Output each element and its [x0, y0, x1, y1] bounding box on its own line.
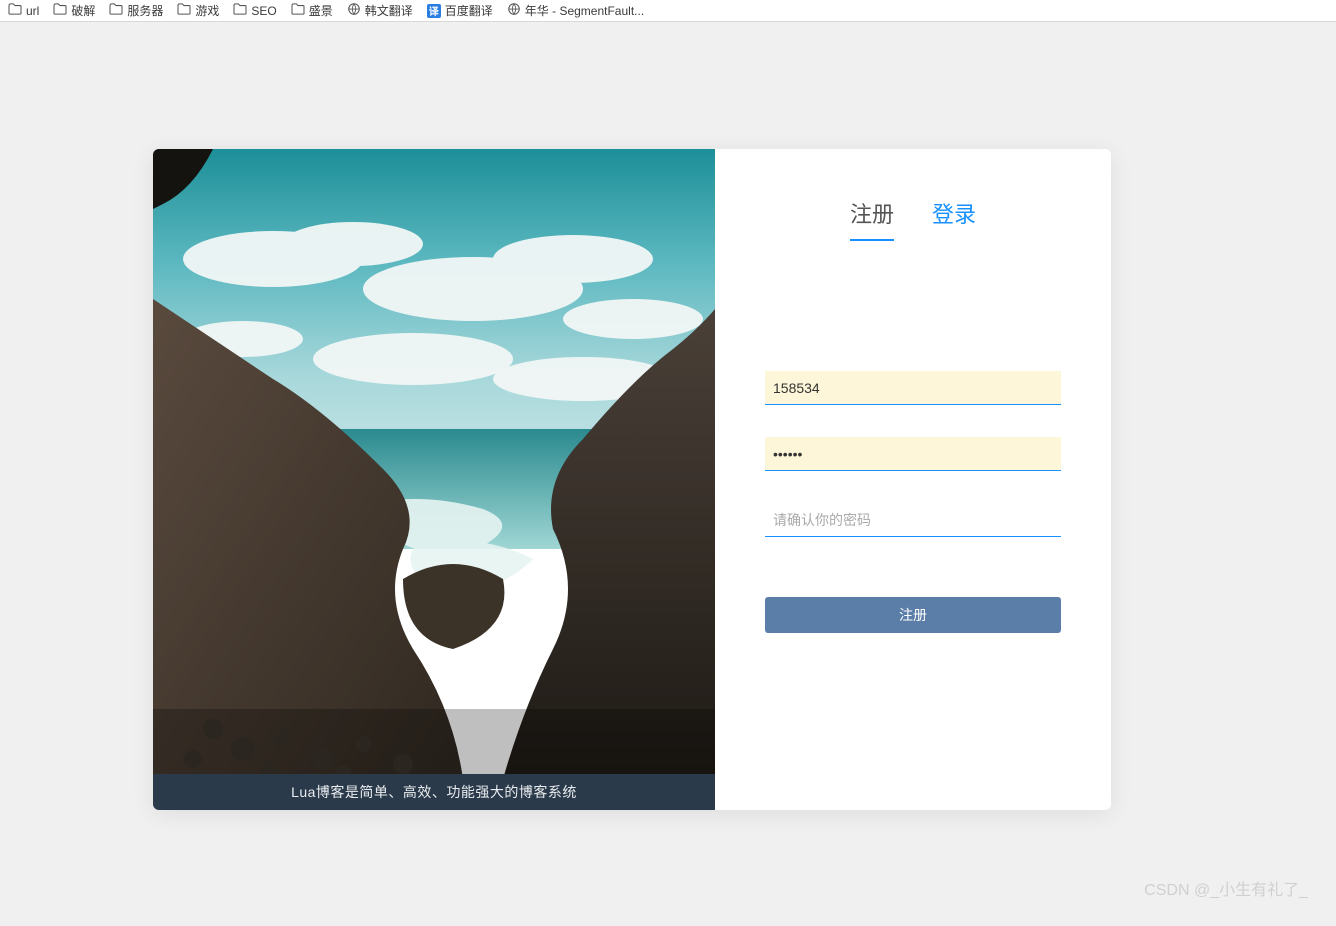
field-username [765, 371, 1061, 405]
globe-icon [347, 2, 361, 19]
bookmark-item[interactable]: 服务器 [109, 2, 163, 19]
folder-icon [177, 3, 191, 18]
confirm-password-input[interactable] [765, 503, 1061, 537]
bookmark-label: 游戏 [195, 2, 219, 19]
bookmark-item[interactable]: 盛景 [291, 2, 333, 19]
bookmark-item[interactable]: SEO [233, 3, 276, 18]
username-input[interactable] [765, 371, 1061, 405]
watermark: CSDN @_小生有礼了_ [1144, 876, 1308, 900]
form-panel: 注册 登录 注册 [715, 149, 1111, 810]
tab-login[interactable]: 登录 [932, 197, 976, 241]
bookmark-item[interactable]: 游戏 [177, 2, 219, 19]
bookmark-item[interactable]: 破解 [53, 2, 95, 19]
bookmark-label: url [26, 4, 39, 18]
bookmark-label: 服务器 [127, 2, 163, 19]
hero-panel: Lua博客是简单、高效、功能强大的博客系统 [153, 149, 715, 810]
bookmark-item[interactable]: 年华 - SegmentFault... [507, 2, 644, 19]
bookmark-label: 百度翻译 [445, 2, 493, 19]
globe-icon [507, 2, 521, 19]
bookmark-label: 年华 - SegmentFault... [525, 2, 644, 19]
bookmark-item[interactable]: 韩文翻译 [347, 2, 413, 19]
field-password [765, 437, 1061, 471]
bookmark-item[interactable]: url [8, 3, 39, 18]
folder-icon [109, 3, 123, 18]
folder-icon [53, 3, 67, 18]
translate-icon: 译 [427, 4, 441, 18]
bookmark-label: 破解 [71, 2, 95, 19]
submit-button[interactable]: 注册 [765, 597, 1061, 633]
folder-icon [291, 3, 305, 18]
bookmark-label: 盛景 [309, 2, 333, 19]
bookmark-label: SEO [251, 4, 276, 18]
field-confirm-password [765, 503, 1061, 537]
hero-image [153, 149, 715, 779]
folder-icon [233, 3, 247, 18]
hero-caption: Lua博客是简单、高效、功能强大的博客系统 [153, 774, 715, 810]
bookmark-item[interactable]: 译百度翻译 [427, 2, 493, 19]
folder-icon [8, 3, 22, 18]
password-input[interactable] [765, 437, 1061, 471]
register-form: 注册 [765, 371, 1061, 633]
bookmark-bar: url 破解 服务器 游戏 SEO 盛景 韩文翻译译百度翻译 年华 - SegmentFaul… [0, 0, 1336, 22]
tab-register[interactable]: 注册 [850, 197, 894, 241]
bookmark-label: 韩文翻译 [365, 2, 413, 19]
auth-card: Lua博客是简单、高效、功能强大的博客系统 注册 登录 注册 [153, 149, 1111, 810]
auth-tabs: 注册 登录 [765, 197, 1061, 241]
